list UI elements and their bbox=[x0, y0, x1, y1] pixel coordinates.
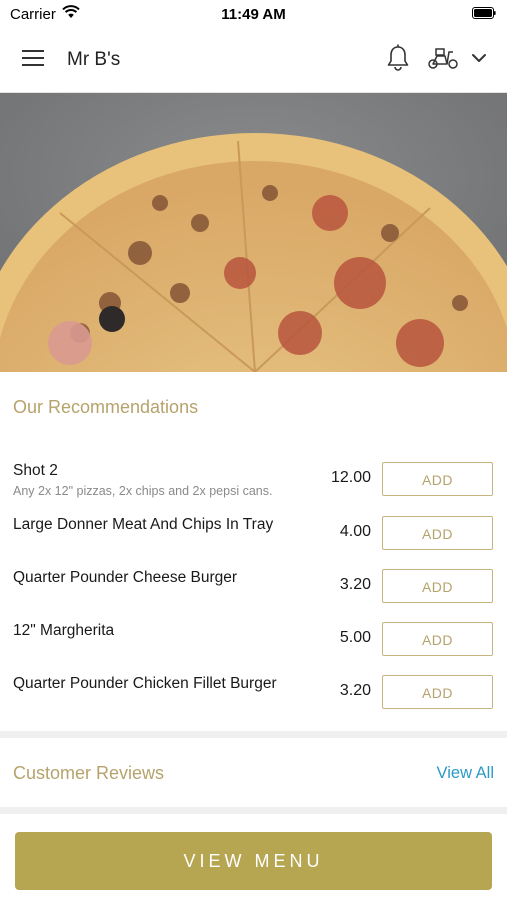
section-divider bbox=[0, 807, 507, 814]
restaurant-title: Mr B's bbox=[67, 49, 121, 70]
scooter-icon[interactable] bbox=[427, 46, 459, 70]
item-price: 3.20 bbox=[339, 576, 371, 593]
item-price: 3.20 bbox=[339, 682, 371, 699]
item-description: Any 2x 12" pizzas, 2x chips and 2x pepsi… bbox=[13, 484, 273, 498]
menu-item: Large Donner Meat And Chips In Tray 4.00… bbox=[0, 516, 507, 566]
item-name: Large Donner Meat And Chips In Tray bbox=[13, 516, 274, 533]
section-divider bbox=[0, 731, 507, 738]
item-name: Shot 2 bbox=[13, 462, 58, 479]
item-name: Quarter Pounder Cheese Burger bbox=[13, 569, 238, 586]
battery-icon bbox=[472, 7, 496, 19]
item-name: Quarter Pounder Chicken Fillet Burger bbox=[13, 675, 277, 692]
item-price: 4.00 bbox=[339, 523, 371, 540]
hamburger-menu-icon[interactable] bbox=[22, 48, 46, 68]
menu-item: Quarter Pounder Cheese Burger 3.20 ADD bbox=[0, 569, 507, 619]
chevron-down-icon[interactable] bbox=[471, 52, 487, 64]
view-menu-button[interactable]: VIEW MENU bbox=[15, 832, 492, 890]
recommendations-title: Our Recommendations bbox=[13, 397, 199, 417]
reviews-title: Customer Reviews bbox=[13, 763, 165, 783]
menu-item: Quarter Pounder Chicken Fillet Burger 3.… bbox=[0, 675, 507, 725]
status-bar: Carrier 11:49 AM bbox=[0, 0, 507, 28]
add-button[interactable]: ADD bbox=[382, 516, 493, 550]
status-time: 11:49 AM bbox=[221, 6, 286, 23]
add-button[interactable]: ADD bbox=[382, 569, 493, 603]
add-button[interactable]: ADD bbox=[382, 622, 493, 656]
view-all-reviews-link[interactable]: View All bbox=[380, 764, 494, 783]
menu-item: 12" Margherita 5.00 ADD bbox=[0, 622, 507, 672]
add-button[interactable]: ADD bbox=[382, 675, 493, 709]
item-price: 5.00 bbox=[339, 629, 371, 646]
bell-icon[interactable] bbox=[386, 44, 410, 72]
pizza-image bbox=[0, 93, 507, 372]
bottom-action-bar: VIEW MENU bbox=[0, 818, 507, 900]
app-header: Mr B's bbox=[0, 28, 507, 93]
menu-item: Shot 2 Any 2x 12" pizzas, 2x chips and 2… bbox=[0, 462, 507, 512]
item-price: 12.00 bbox=[330, 469, 371, 486]
item-name: 12" Margherita bbox=[13, 622, 115, 639]
add-button[interactable]: ADD bbox=[382, 462, 493, 496]
